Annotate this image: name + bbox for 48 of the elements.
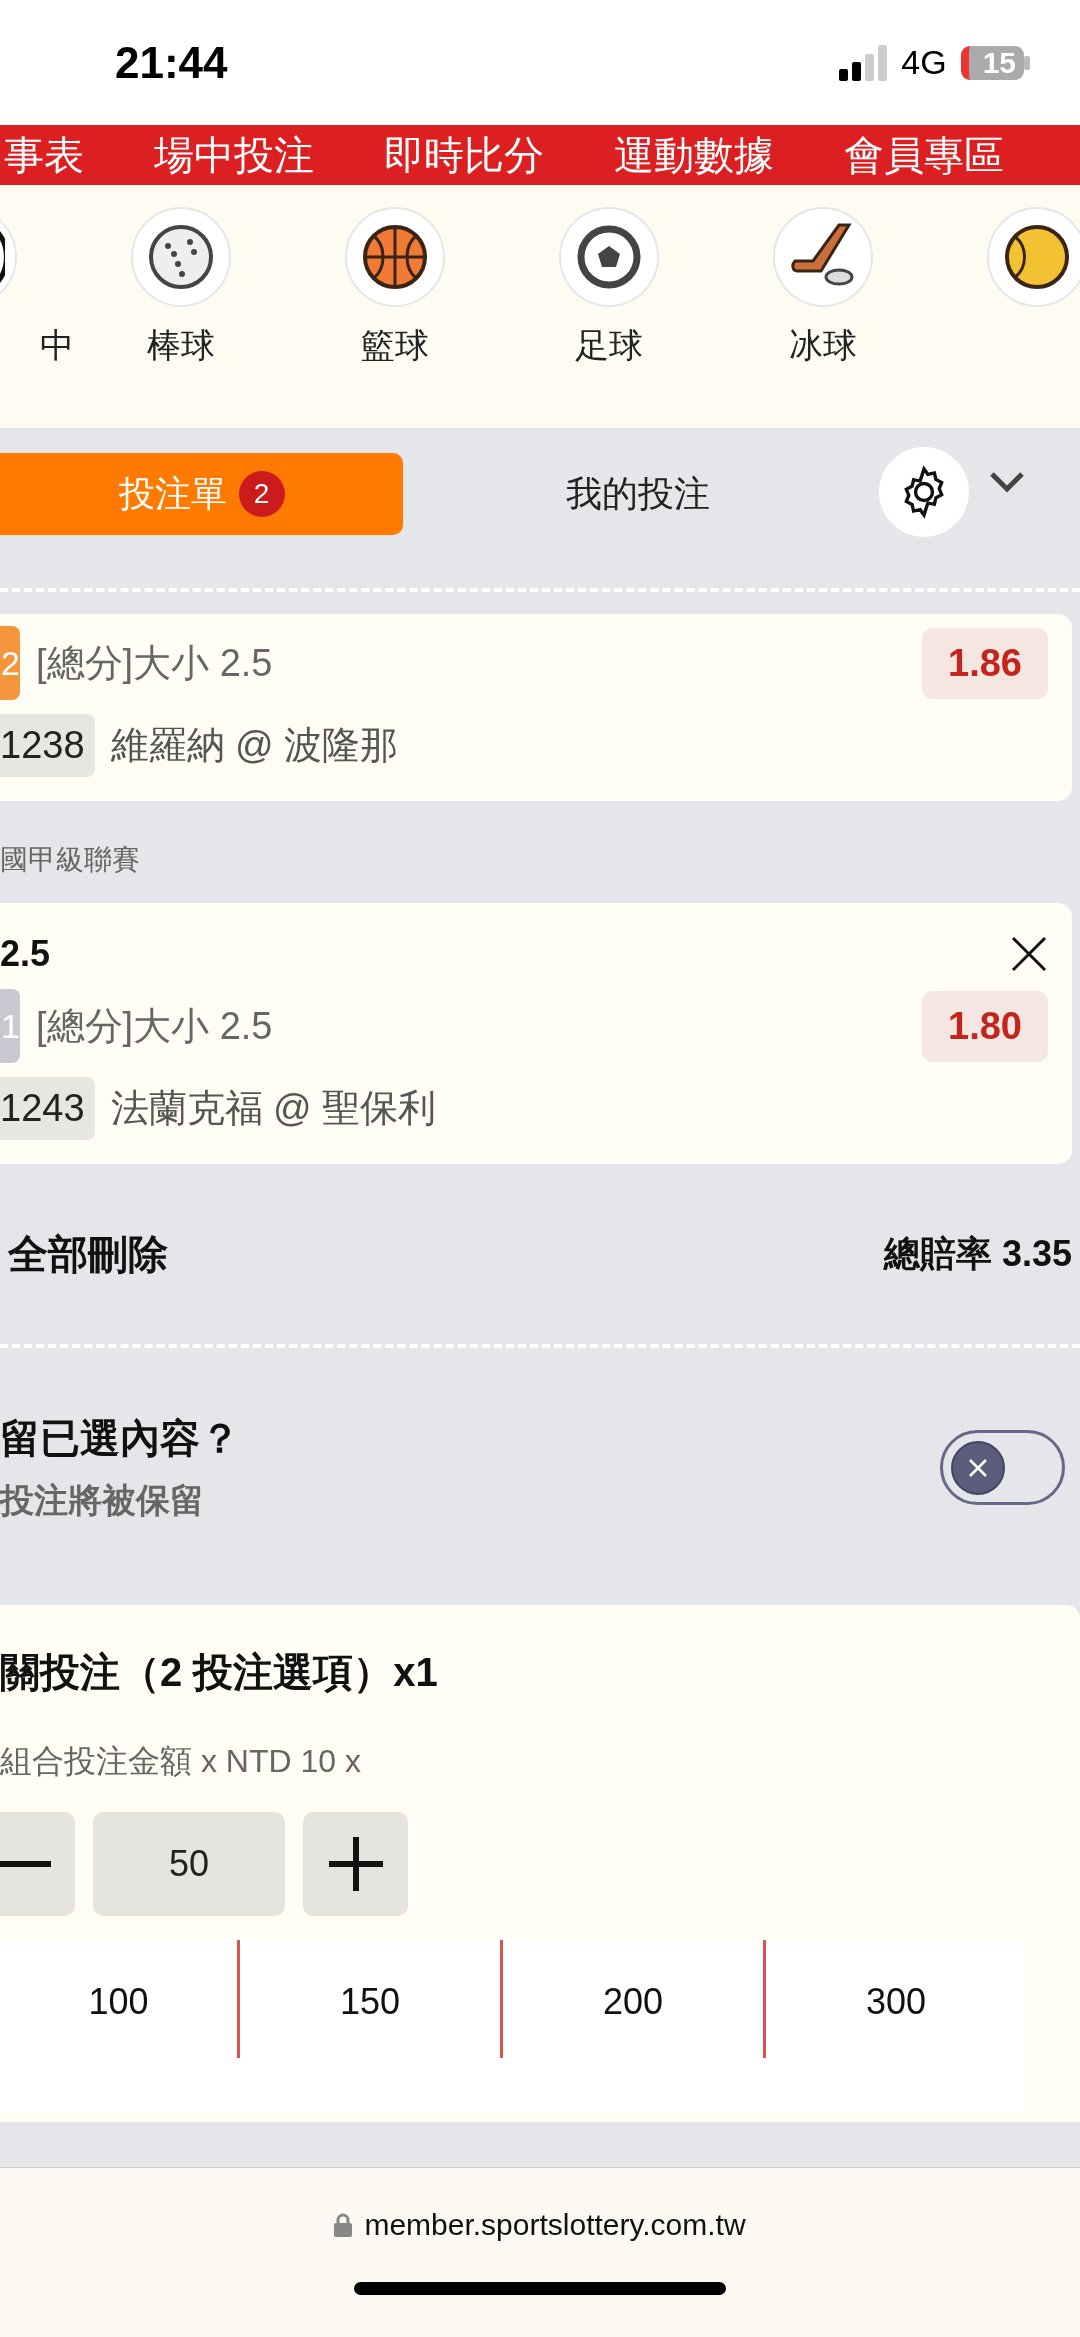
signal-icon	[839, 44, 888, 81]
nav-link[interactable]: 場中投注	[154, 131, 314, 179]
market-label: [總分]大小 2.5	[36, 640, 274, 686]
sport-label: 中	[40, 325, 74, 366]
soccer-ball-icon	[576, 224, 642, 290]
keep-toggle[interactable]	[940, 1430, 1065, 1505]
basketball-icon	[362, 224, 428, 290]
url-bar[interactable]: member.sportslottery.com.tw	[334, 2208, 746, 2242]
close-icon[interactable]	[1010, 935, 1048, 973]
sport-label: 籃球	[361, 325, 429, 366]
nav-link[interactable]: 會員專區	[844, 131, 1004, 179]
parlay-title: 關投注（2 投注選項）x1	[0, 1649, 439, 1696]
match-code: 1243	[0, 1077, 95, 1140]
clock-time: 21:44	[115, 37, 229, 88]
market-label: [總分]大小 2.5	[36, 1003, 274, 1049]
sport-label: 冰球	[789, 325, 857, 366]
decrease-button[interactable]	[0, 1812, 75, 1916]
lock-icon	[334, 2213, 353, 2237]
baseball-icon	[148, 224, 214, 290]
league-name: 國甲級聯賽	[0, 843, 141, 877]
stake-input[interactable]: 50	[93, 1812, 285, 1916]
tab[interactable]: 我的投注	[403, 453, 873, 535]
odds-value[interactable]: 1.86	[922, 627, 1048, 699]
nav-link[interactable]: 運動數據	[614, 131, 774, 179]
delete-all-button[interactable]: 全部刪除	[8, 1226, 168, 1282]
tennis-ball-icon	[1004, 224, 1070, 290]
nav-link[interactable]: 即時比分	[384, 131, 544, 179]
sport-label: 足球	[575, 325, 643, 366]
sport-label: 棒球	[147, 325, 215, 366]
battery-level: 15	[960, 45, 1024, 80]
increase-button[interactable]	[303, 1812, 408, 1916]
selection-index: 2	[0, 626, 20, 700]
chevron-down-icon	[989, 471, 1025, 493]
network-label: 4G	[901, 43, 947, 82]
tab[interactable]: 投注單 2	[0, 453, 403, 535]
plus-icon	[328, 1837, 383, 1891]
match-code: 1238	[0, 714, 95, 777]
count-badge: 2	[238, 471, 285, 517]
match-teams: 維羅納 @ 波隆那	[110, 723, 399, 768]
minus-icon	[0, 1861, 51, 1867]
nav-link[interactable]: 事表	[4, 131, 84, 179]
stake-formula: 組合投注金額 x NTD 10 x	[0, 1742, 362, 1781]
keep-selection-title: 留已選內容？	[0, 1415, 240, 1462]
match-teams: 法蘭克福 @ 聖保利	[110, 1086, 437, 1131]
total-odds: 總賠率 3.35	[883, 1231, 1072, 1276]
battery-tip-icon	[1024, 55, 1030, 70]
odds-value[interactable]: 1.80	[922, 990, 1048, 1062]
bet-title: 2.5	[0, 933, 51, 975]
